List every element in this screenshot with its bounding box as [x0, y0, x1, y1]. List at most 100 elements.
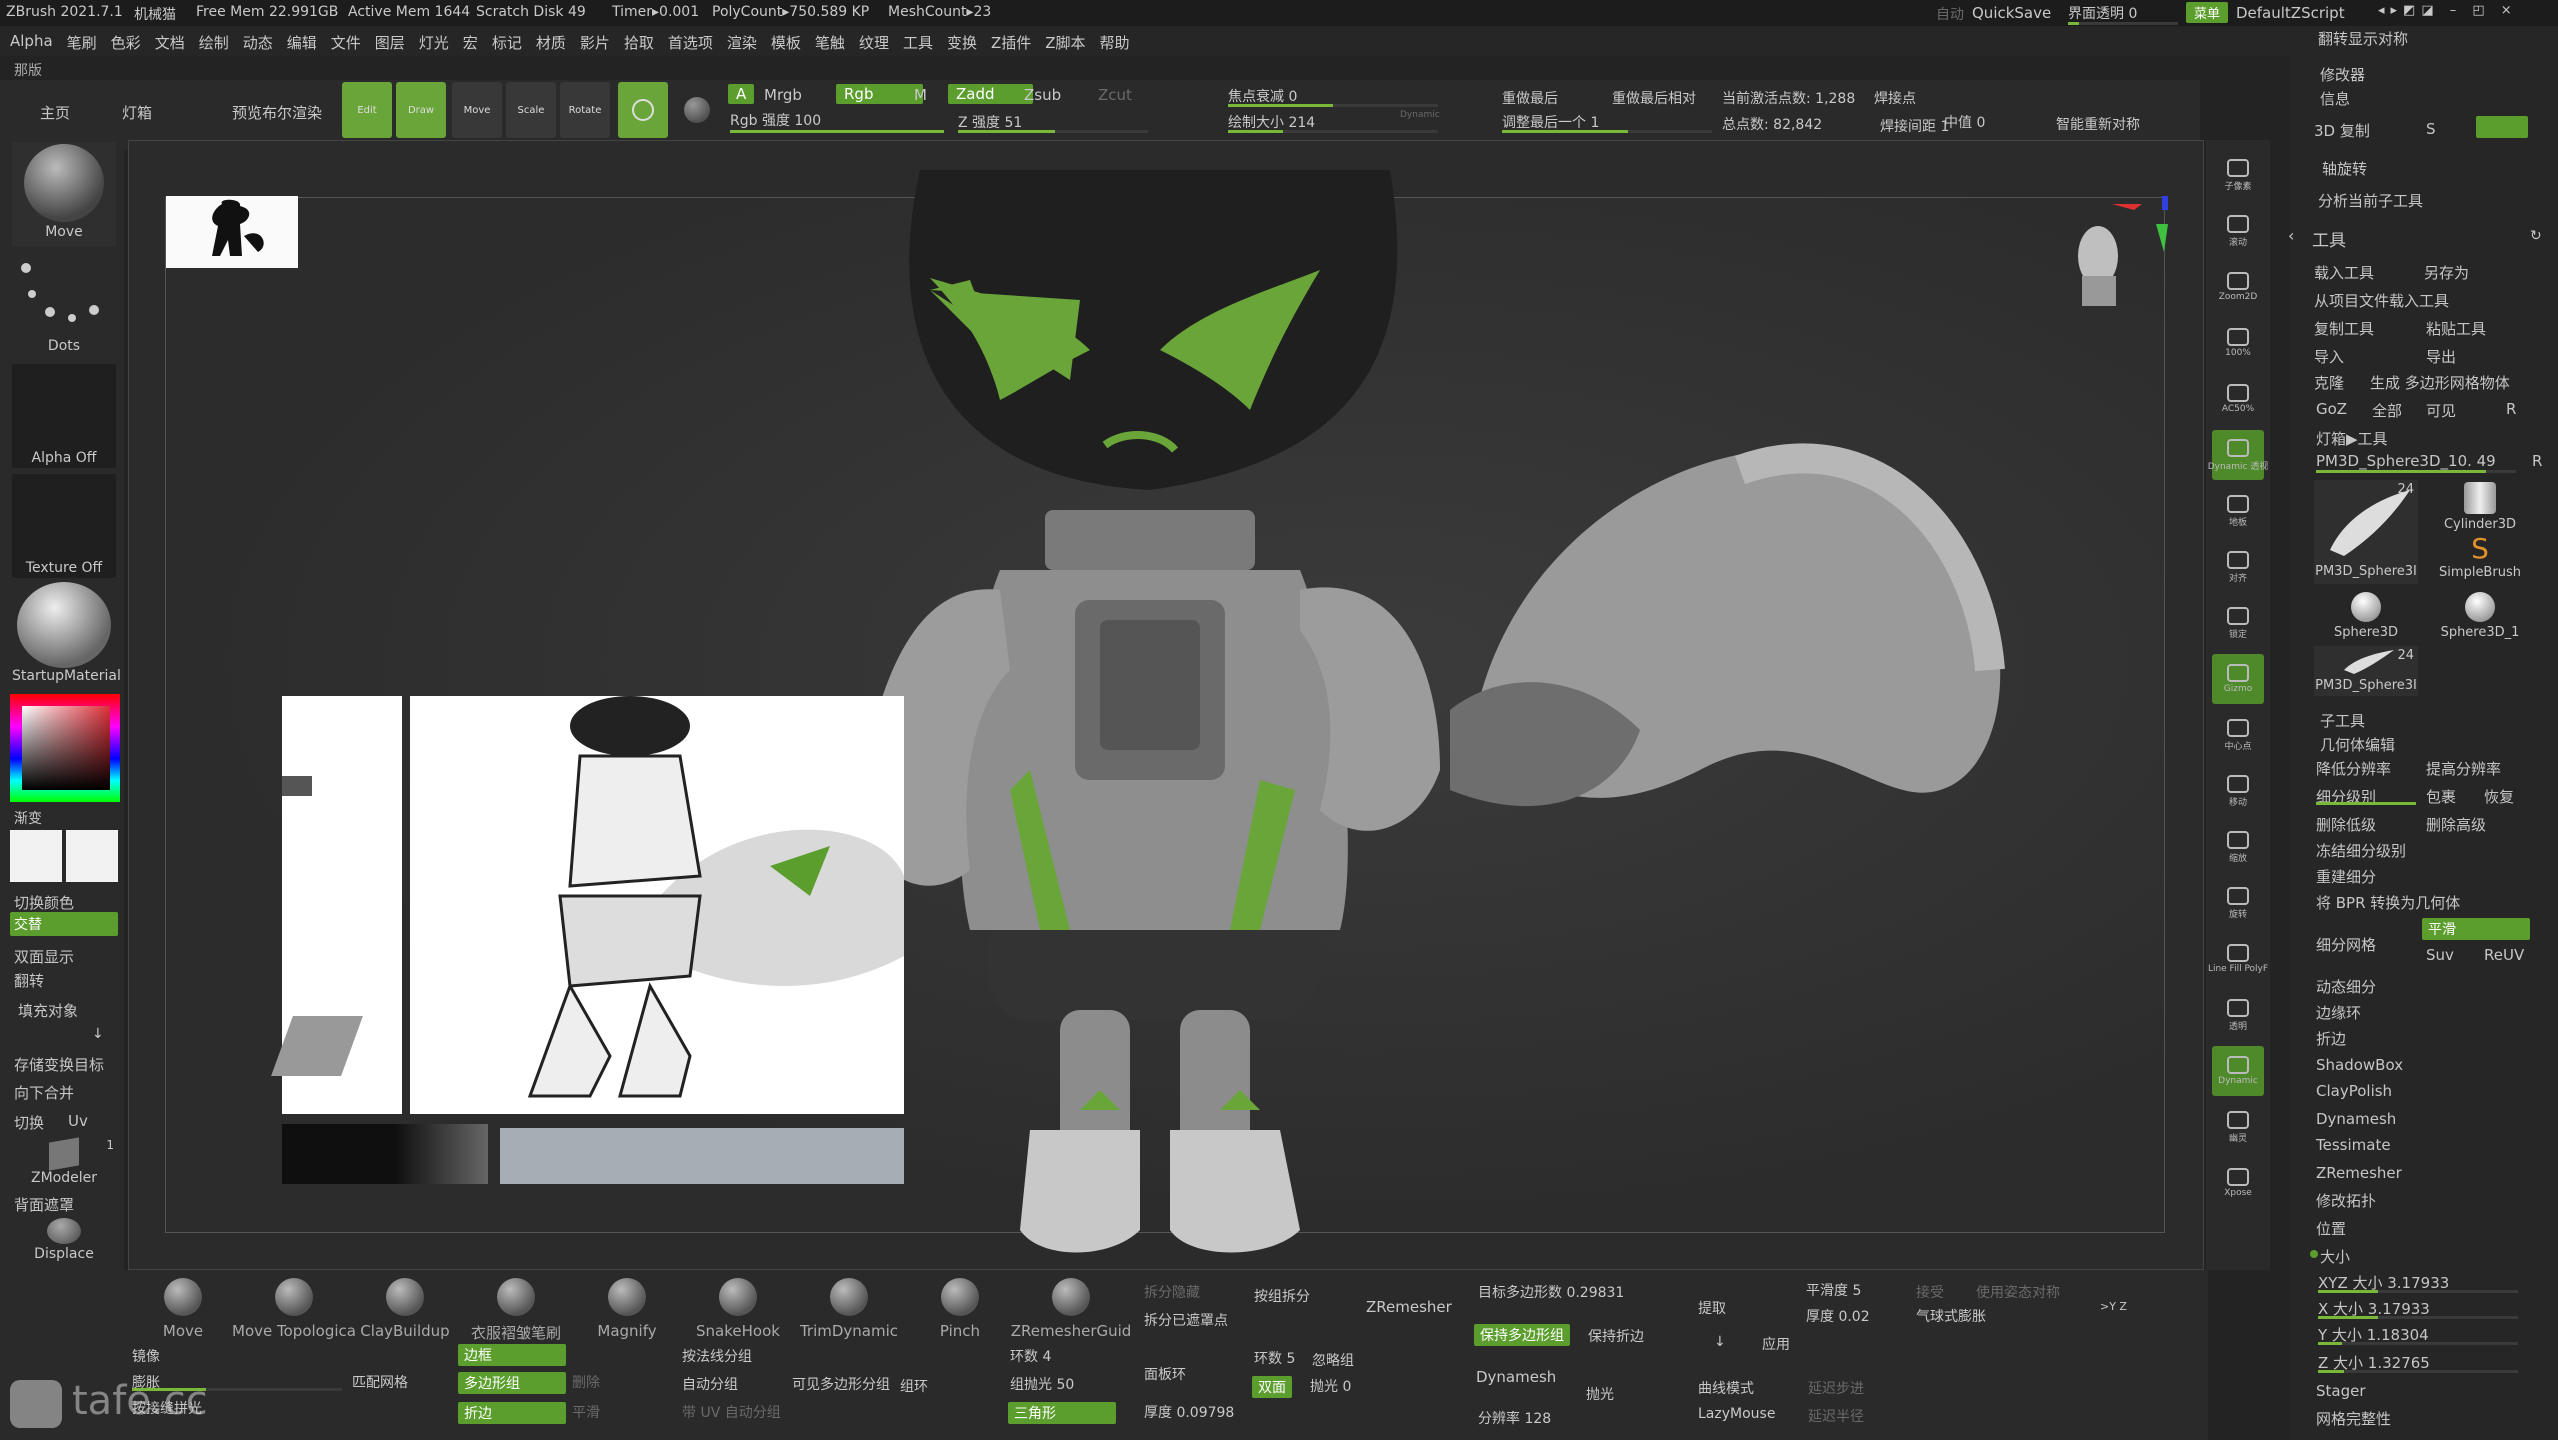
match-mesh-button[interactable]: 匹配网格 [352, 1372, 408, 1392]
panel-loops-button[interactable]: 面板环 [1144, 1364, 1186, 1384]
del-higher-button[interactable]: 删除高级 [2426, 814, 2486, 835]
clone-button[interactable]: 克隆 [2314, 372, 2344, 393]
menu-item[interactable]: 帮助 [1100, 32, 1130, 53]
lazystep-slider[interactable]: 延迟步进 [1808, 1378, 1864, 1398]
a-toggle[interactable]: A [728, 84, 755, 104]
del-lower-button[interactable]: 删除低级 [2316, 814, 2376, 835]
import-button[interactable]: 导入 [2314, 346, 2344, 367]
menu-item[interactable]: Z脚本 [1045, 32, 1085, 53]
flip-toggle[interactable]: 翻转 [14, 970, 44, 991]
extract-button[interactable]: 提取 [1698, 1298, 1726, 1318]
convert-bpr-button[interactable]: 将 BPR 转换为几何体 [2316, 892, 2460, 913]
transparency-slider[interactable]: 界面透明 0 [2068, 3, 2137, 23]
default-zscript-button[interactable]: DefaultZScript [2236, 4, 2345, 22]
reconstruct-subdiv-button[interactable]: 重建细分 [2316, 866, 2376, 887]
fill-object-button[interactable]: 填充对象 [18, 1000, 78, 1021]
menu-item[interactable]: 宏 [463, 32, 478, 53]
tool-thumb-simplebrush[interactable]: S SimpleBrush [2428, 534, 2532, 588]
shadowbox-section[interactable]: ShadowBox [2316, 1056, 2403, 1074]
s-toggle[interactable]: S [2426, 120, 2436, 138]
right-shelf-button[interactable]: 100% [2212, 318, 2264, 368]
brush-slot[interactable]: TrimDynamic [794, 1278, 904, 1340]
load-from-project-button[interactable]: 从项目文件载入工具 [2314, 290, 2449, 311]
loops-slider[interactable]: 环数 4 [1010, 1346, 1051, 1366]
keep-groups-toggle[interactable]: 保持多边形组 [1474, 1324, 1570, 1346]
current-tool-slider[interactable]: PM3D_Sphere3D_10. 49 [2316, 452, 2496, 470]
menus-toggle[interactable]: 菜单 [2186, 2, 2229, 23]
menu-item[interactable]: 编辑 [287, 32, 317, 53]
menu-item[interactable]: Alpha [10, 32, 53, 53]
delete-button[interactable]: 删除 [572, 1372, 600, 1392]
move-mode-button[interactable]: Move [452, 82, 502, 138]
stroke-dots-slot[interactable]: Dots [12, 254, 116, 358]
auto-groups-button[interactable]: 自动分组 [682, 1374, 738, 1394]
redo-last-button[interactable]: 重做最后 [1502, 88, 1558, 108]
menu-item[interactable]: 拾取 [624, 32, 654, 53]
tool-thumb-pm3d[interactable]: 24 PM3D_Sphere3I [2314, 480, 2418, 584]
group-split-button[interactable]: 按组拆分 [1254, 1286, 1310, 1306]
copy-tool-button[interactable]: 复制工具 [2314, 318, 2374, 339]
goz-all-button[interactable]: 全部 [2372, 400, 2402, 421]
triangle-toggle[interactable]: 三角形 [1008, 1402, 1116, 1424]
mirror-button[interactable]: 镜像 [132, 1346, 160, 1366]
menu-item[interactable]: 灯光 [419, 32, 449, 53]
mrgb-toggle[interactable]: Mrgb [764, 86, 802, 104]
rgb-intensity-slider[interactable]: Rgb 强度 100 [730, 110, 821, 130]
tool-thumb-sphere3d-1[interactable]: Sphere3D_1 [2428, 590, 2532, 644]
dynamesh-section[interactable]: Dynamesh [2316, 1110, 2396, 1128]
copy-3d-button[interactable]: 3D 复制 [2314, 120, 2370, 141]
balloon-inflate-slider[interactable]: 气球式膨胀 [1916, 1306, 1986, 1326]
right-shelf-button[interactable]: Xpose [2212, 1158, 2264, 1208]
adjust-last-slider[interactable]: 调整最后一个 1 [1502, 112, 1599, 132]
copy-3d-toggle[interactable] [2476, 116, 2528, 138]
resolution-slider[interactable]: 分辨率 128 [1478, 1408, 1551, 1428]
position-section[interactable]: 位置 [2316, 1218, 2346, 1239]
right-shelf-button[interactable]: 子像素 [2212, 150, 2264, 200]
right-shelf-button[interactable]: 旋转 [2212, 878, 2264, 928]
rstr-button[interactable]: 恢复 [2484, 786, 2514, 807]
right-shelf-button[interactable]: 幽灵 [2212, 1102, 2264, 1152]
rotate-mode-button[interactable]: Rotate [560, 82, 610, 138]
suv-toggle[interactable]: Suv [2426, 946, 2454, 964]
group-loops-button[interactable]: 组环 [900, 1376, 928, 1396]
right-shelf-button[interactable]: 透明 [2212, 990, 2264, 1040]
menu-item[interactable]: 工具 [903, 32, 933, 53]
z-intensity-slider[interactable]: Z 强度 51 [958, 112, 1022, 132]
arrow-down-icon[interactable]: ↓ [92, 1026, 104, 1042]
menu-item[interactable]: 笔刷 [67, 32, 97, 53]
edit-button[interactable]: Edit [342, 82, 392, 138]
focal-shift-slider[interactable]: 焦点衰减 0 [1228, 86, 1297, 106]
3d-model-robot-cat[interactable] [800, 150, 2060, 1270]
menu-item[interactable]: 变换 [947, 32, 977, 53]
make-polymesh-button[interactable]: 生成 多边形网格物体 [2370, 372, 2510, 393]
alpha-slot[interactable]: Alpha Off [12, 364, 116, 468]
flip-display-sym[interactable]: 翻转显示对称 [2318, 28, 2408, 49]
brush-slot[interactable]: Move [128, 1278, 238, 1340]
claypolish-section[interactable]: ClayPolish [2316, 1082, 2392, 1100]
crease-section[interactable]: 折边 [2316, 1028, 2346, 1049]
lazymouse-button[interactable]: LazyMouse [1698, 1406, 1775, 1422]
dynamesh-button[interactable]: Dynamesh [1476, 1368, 1556, 1386]
info-section[interactable]: 信息 [2320, 88, 2350, 109]
cage-button[interactable]: 包裹 [2426, 786, 2456, 807]
store-morph-target-button[interactable]: 存储变换目标 [14, 1054, 104, 1075]
thickness-slider[interactable]: 厚度 0.09798 [1144, 1402, 1234, 1422]
menu-item[interactable]: 图层 [375, 32, 405, 53]
right-shelf-button[interactable]: Zoom2D [2212, 262, 2264, 312]
draw-button[interactable]: Draw [396, 82, 446, 138]
alternate-toggle[interactable]: 交替 [10, 912, 118, 936]
goz-button[interactable]: GoZ [2316, 400, 2347, 418]
double-display-toggle[interactable]: 双面显示 [14, 946, 74, 967]
right-shelf-button[interactable]: 移动 [2212, 766, 2264, 816]
accept-button[interactable]: 接受 [1916, 1282, 1944, 1302]
group-polish-slider[interactable]: 组抛光 50 [1010, 1374, 1074, 1394]
right-shelf-button[interactable]: Dynamic [2212, 1046, 2264, 1096]
loops5-slider[interactable]: 环数 5 [1254, 1348, 1295, 1368]
switch-button[interactable]: 切换 [14, 1112, 44, 1133]
polish-button[interactable]: 抛光 [1586, 1384, 1614, 1404]
quicksave-button[interactable]: QuickSave [1972, 4, 2051, 22]
paste-tool-button[interactable]: 粘贴工具 [2426, 318, 2486, 339]
window-controls[interactable]: ◂▸◩◪ – ◰ × [2378, 3, 2518, 18]
tool-thumb-sphere3d[interactable]: Sphere3D [2314, 590, 2418, 644]
material-slot[interactable]: StartupMaterial [12, 582, 121, 686]
